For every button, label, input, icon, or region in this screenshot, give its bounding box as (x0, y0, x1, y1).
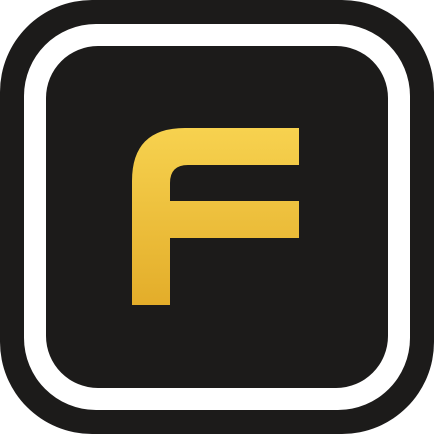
app-icon-graphic (0, 0, 434, 434)
app-icon[interactable] (0, 0, 434, 434)
